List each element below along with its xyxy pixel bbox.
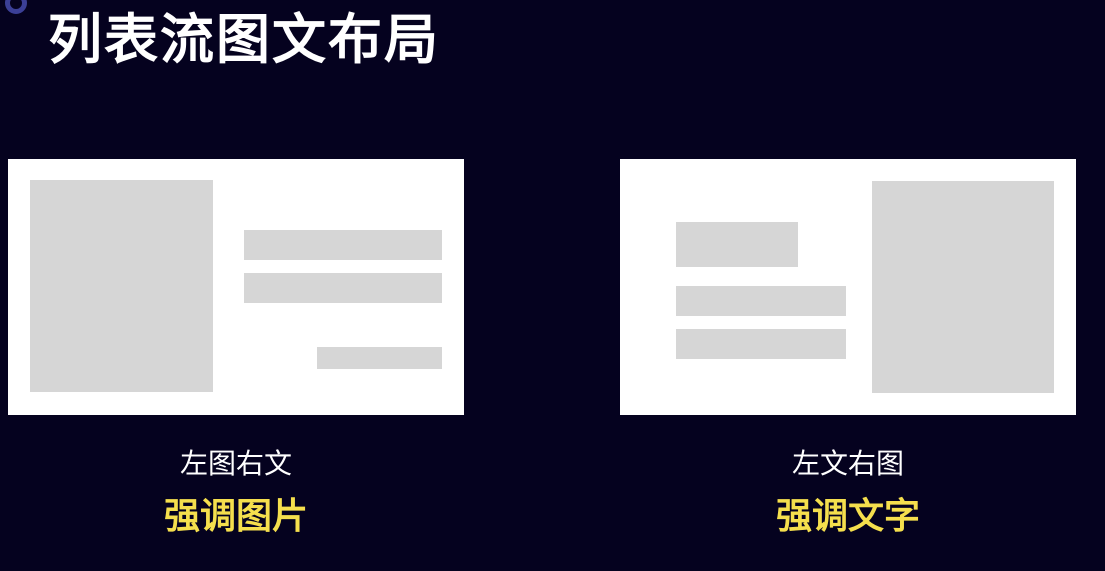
layout-name-label: 左图右文 [179,447,292,480]
text-line-placeholder [244,273,442,303]
text-line-placeholder [244,230,442,260]
image-placeholder [872,181,1054,393]
layout-card-image-right [620,159,1076,415]
text-line-placeholder [676,329,846,359]
text-short-placeholder [317,347,442,369]
decorative-ring-icon [5,0,27,14]
layout-card-image-left [8,159,464,415]
text-heading-placeholder [676,222,798,267]
emphasis-label: 强调图片 [163,496,308,537]
text-line-placeholder [676,286,846,316]
layout-name-label: 左文右图 [791,447,904,480]
page-title: 列表流图文布局 [48,8,440,71]
image-placeholder [30,180,213,392]
emphasis-label: 强调文字 [775,496,920,537]
